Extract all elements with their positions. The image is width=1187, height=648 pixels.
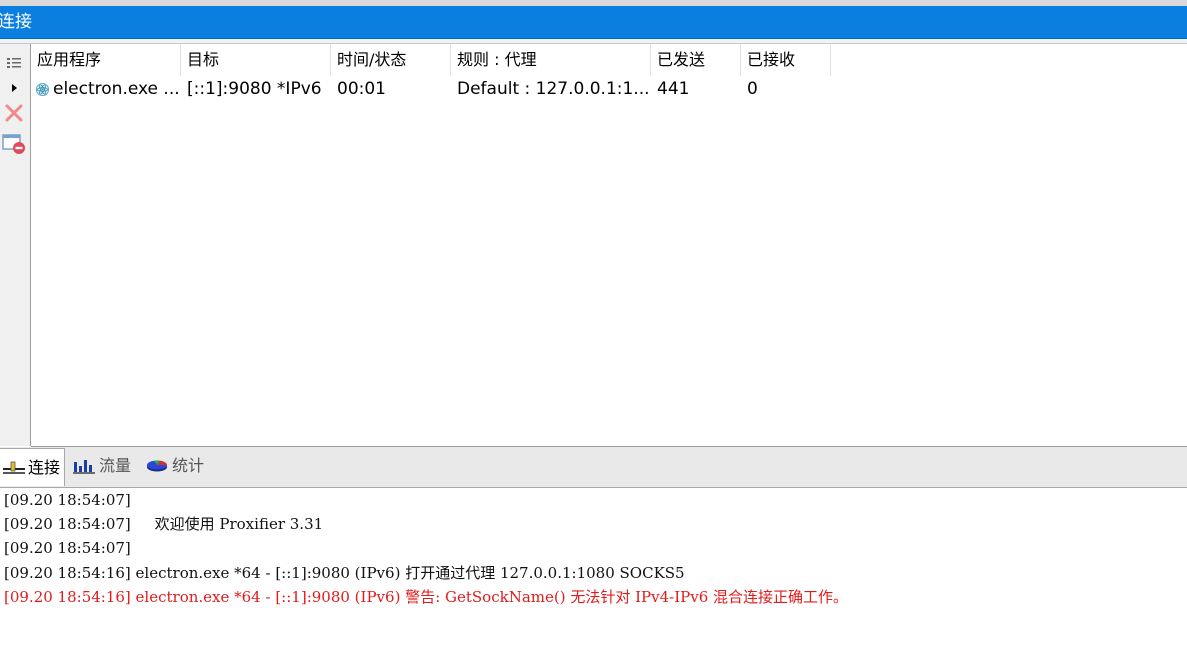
tab-statistics[interactable]: 统计 [141, 449, 208, 483]
traffic-chart-icon [72, 458, 96, 474]
table-row[interactable]: electron.exe ... [::1]:9080 *IPv6 00:01 … [31, 76, 831, 102]
table-header: 应用程序 目标 时间/状态 规则 : 代理 已发送 已接收 [31, 44, 831, 76]
close-connection-icon[interactable] [2, 102, 26, 124]
connections-toolbar [0, 44, 31, 446]
columns-view-icon[interactable] [2, 52, 26, 74]
log-line: [09.20 18:54:07] [4, 539, 131, 557]
tab-connections-label: 连接 [28, 457, 61, 477]
panel-title: 连接 [0, 12, 32, 32]
column-header-application[interactable]: 应用程序 [31, 44, 181, 76]
connections-icon [3, 460, 25, 476]
block-window-icon[interactable] [2, 133, 26, 155]
connections-list: 应用程序 目标 时间/状态 规则 : 代理 已发送 已接收 electron.e… [31, 44, 1187, 447]
log-line: [09.20 18:54:16] electron.exe *64 - [::1… [4, 564, 685, 582]
column-header-target[interactable]: 目标 [181, 44, 331, 76]
cell-time-status: 00:01 [337, 79, 386, 99]
electron-app-icon [35, 82, 50, 97]
panel-titlebar: 连接 [0, 6, 1187, 39]
log-line: [09.20 18:54:07] 欢迎使用 Proxifier 3.31 [4, 515, 324, 533]
log-output[interactable]: [09.20 18:54:07] [09.20 18:54:07] 欢迎使用 P… [0, 488, 1187, 648]
row-pointer-icon [2, 77, 26, 99]
cell-sent: 441 [657, 79, 690, 99]
statistics-pie-icon [145, 458, 169, 474]
log-line: [09.20 18:54:07] [4, 491, 131, 509]
application-name: electron.exe ... [53, 79, 180, 99]
tab-traffic-label: 流量 [99, 456, 132, 475]
column-header-received[interactable]: 已接收 [741, 44, 831, 76]
cell-rule-proxy: Default : 127.0.0.1:1... [457, 79, 650, 99]
column-header-rule-proxy[interactable]: 规则 : 代理 [451, 44, 651, 76]
cell-application: electron.exe ... [31, 76, 181, 102]
view-tabs: 连接 流量 统计 [0, 447, 1187, 488]
column-header-sent[interactable]: 已发送 [651, 44, 741, 76]
tab-statistics-label: 统计 [172, 456, 205, 475]
column-header-time-status[interactable]: 时间/状态 [331, 44, 451, 76]
tab-connections[interactable]: 连接 [0, 448, 66, 486]
cell-target: [::1]:9080 *IPv6 [187, 79, 322, 99]
tab-traffic[interactable]: 流量 [68, 449, 135, 483]
log-line-warning: [09.20 18:54:16] electron.exe *64 - [::1… [4, 588, 849, 606]
cell-received: 0 [747, 79, 758, 99]
